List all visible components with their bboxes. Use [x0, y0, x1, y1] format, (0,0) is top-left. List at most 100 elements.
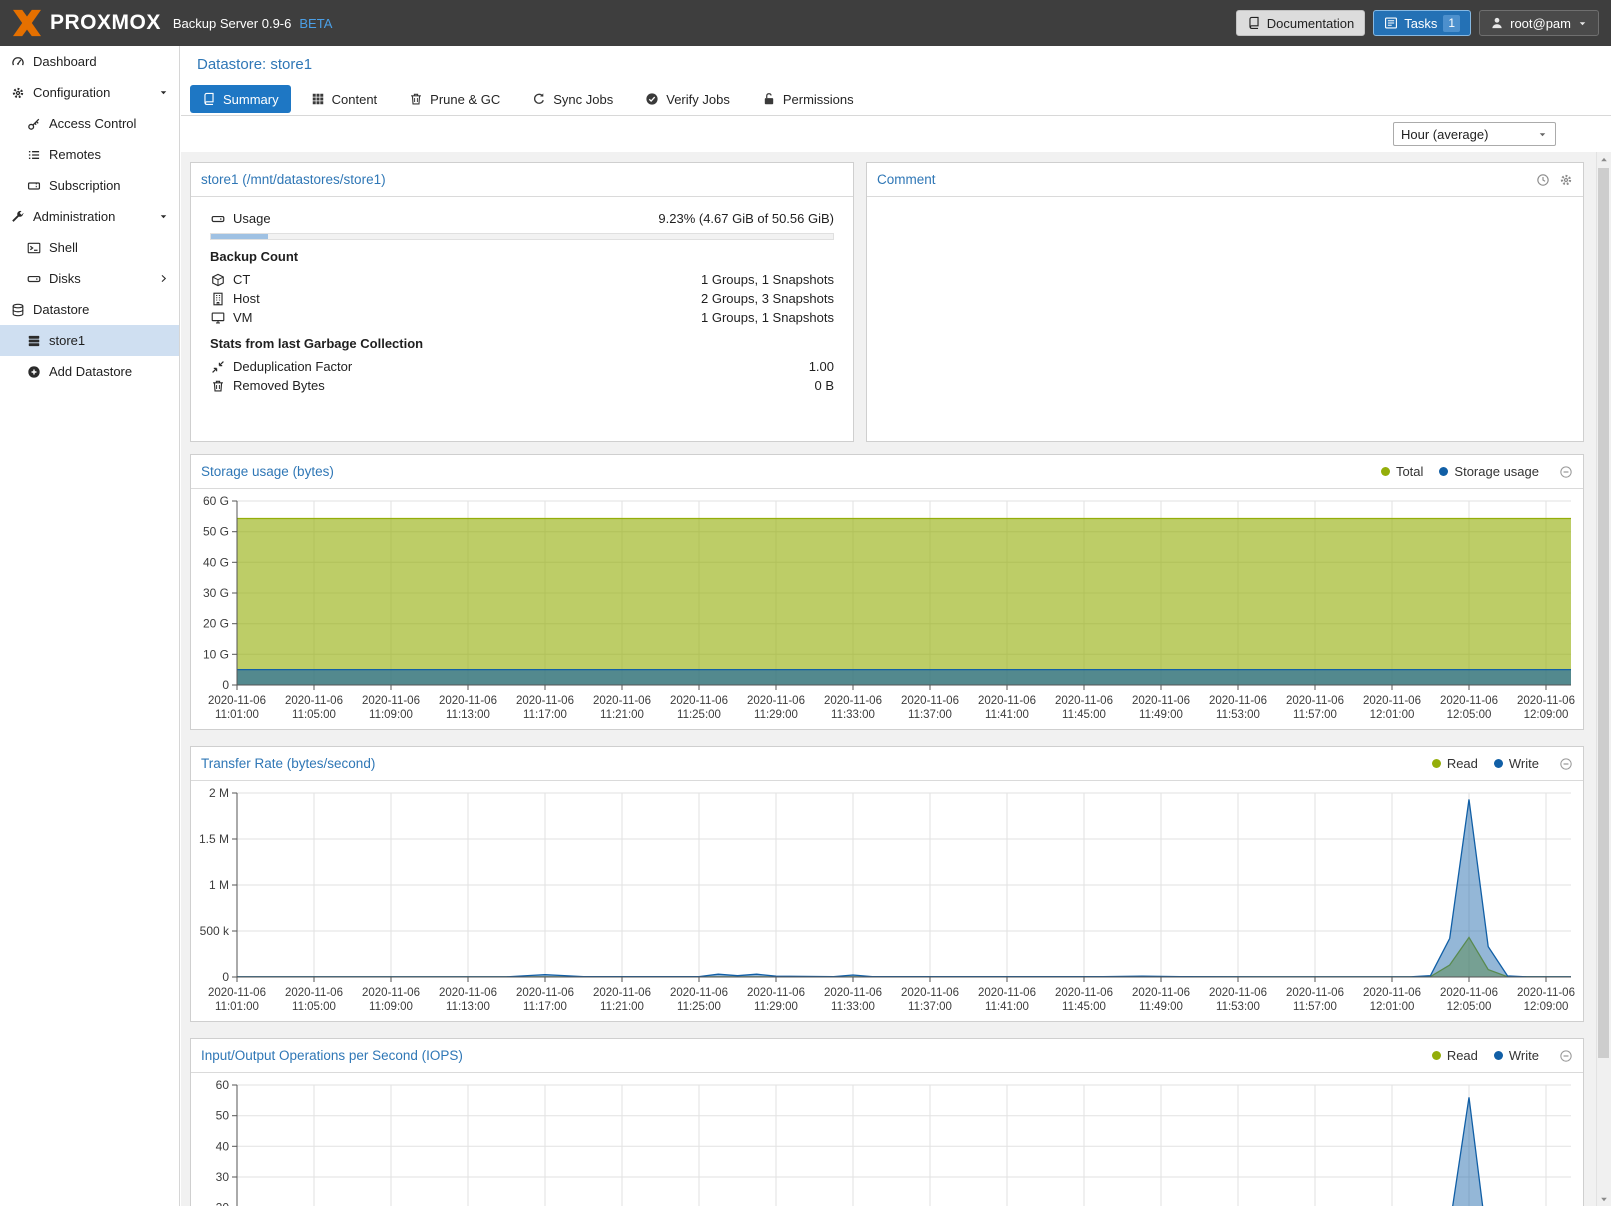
svg-text:11:53:00: 11:53:00 [1216, 709, 1260, 721]
summary-panel-body: Usage 9.23% (4.67 GiB of 50.56 GiB) Back… [191, 197, 853, 395]
scrollbar-thumb[interactable] [1598, 168, 1609, 1058]
scroll-down-button[interactable] [1597, 1191, 1611, 1206]
chart-header: Transfer Rate (bytes/second) Read Write [191, 747, 1583, 781]
svg-text:2020-11-06: 2020-11-06 [1517, 987, 1575, 999]
svg-text:11:05:00: 11:05:00 [292, 1001, 336, 1013]
tab-prune-gc[interactable]: Prune & GC [397, 85, 512, 113]
tab-permissions[interactable]: Permissions [750, 85, 866, 113]
svg-text:12:01:00: 12:01:00 [1370, 1001, 1415, 1013]
hdd-icon [26, 272, 42, 286]
gc-stat-value: 0 B [814, 378, 834, 393]
svg-text:2020-11-06: 2020-11-06 [1209, 987, 1267, 999]
vertical-scrollbar[interactable] [1596, 152, 1611, 1206]
top-panels-row: store1 (/mnt/datastores/store1) Usage 9.… [190, 162, 1584, 442]
usage-label: Usage [233, 211, 271, 226]
chart-header: Storage usage (bytes) Total Storage usag… [191, 455, 1583, 489]
svg-text:2020-11-06: 2020-11-06 [1440, 695, 1498, 707]
gauge-icon [10, 55, 26, 69]
scroll-up-button[interactable] [1597, 152, 1611, 167]
key-icon [26, 117, 42, 131]
gc-row-dedup: Deduplication Factor 1.00 [210, 357, 834, 376]
svg-text:20: 20 [216, 1201, 230, 1206]
svg-text:60: 60 [216, 1078, 230, 1092]
backup-count-value: 2 Groups, 3 Snapshots [701, 291, 834, 306]
legend-item-write[interactable]: Write [1494, 756, 1539, 771]
sidebar-item-datastore[interactable]: Datastore [0, 294, 179, 325]
chart-legend: Read Write [1432, 756, 1573, 771]
sidebar-item-access-control[interactable]: Access Control [0, 108, 179, 139]
svg-text:2 M: 2 M [209, 786, 229, 800]
usage-bar-fill [211, 234, 268, 239]
svg-text:2020-11-06: 2020-11-06 [208, 987, 266, 999]
sidebar-item-label: Configuration [33, 85, 110, 100]
collapse-icon[interactable] [1559, 1049, 1573, 1063]
time-period-value: Hour (average) [1401, 127, 1531, 142]
documentation-button[interactable]: Documentation [1236, 10, 1365, 36]
tab-content[interactable]: Content [299, 85, 390, 113]
svg-text:0: 0 [222, 970, 229, 984]
check-circle-icon [645, 92, 659, 106]
svg-text:2020-11-06: 2020-11-06 [1286, 987, 1344, 999]
backup-count-heading: Backup Count [210, 249, 834, 264]
chart-header: Input/Output Operations per Second (IOPS… [191, 1039, 1583, 1073]
book-icon [202, 92, 216, 106]
comment-panel-header: Comment [867, 163, 1583, 197]
legend-item-storage-usage[interactable]: Storage usage [1439, 464, 1539, 479]
legend-item-write[interactable]: Write [1494, 1048, 1539, 1063]
chart-legend: Total Storage usage [1381, 464, 1573, 479]
legend-item-total[interactable]: Total [1381, 464, 1423, 479]
svg-text:2020-11-06: 2020-11-06 [1363, 695, 1421, 707]
iops-chart: 01020304050602020-11-0611:01:002020-11-0… [191, 1073, 1583, 1206]
beta-link[interactable]: BETA [299, 16, 332, 31]
summary-panel-header: store1 (/mnt/datastores/store1) [191, 163, 853, 197]
collapse-icon[interactable] [1559, 465, 1573, 479]
backup-type-label: VM [233, 310, 253, 325]
sidebar-item-subscription[interactable]: Subscription [0, 170, 179, 201]
sidebar-item-disks[interactable]: Disks [0, 263, 179, 294]
transfer-rate-chart-panel: Transfer Rate (bytes/second) Read Write [190, 746, 1584, 1022]
storage-usage-chart: 010 G20 G30 G40 G50 G60 G2020-11-0611:01… [191, 489, 1583, 729]
tab-summary[interactable]: Summary [190, 85, 291, 113]
sidebar-item-shell[interactable]: Shell [0, 232, 179, 263]
svg-text:12:05:00: 12:05:00 [1447, 709, 1492, 721]
documentation-label: Documentation [1267, 16, 1354, 31]
sidebar-item-store1[interactable]: store1 [0, 325, 179, 356]
sidebar-item-administration[interactable]: Administration [0, 201, 179, 232]
datastore-summary-panel: store1 (/mnt/datastores/store1) Usage 9.… [190, 162, 854, 442]
grid-icon [311, 92, 325, 106]
sidebar-item-configuration[interactable]: Configuration [0, 77, 179, 108]
usage-value: 9.23% (4.67 GiB of 50.56 GiB) [658, 211, 834, 226]
legend-item-read[interactable]: Read [1432, 1048, 1478, 1063]
svg-text:2020-11-06: 2020-11-06 [747, 695, 805, 707]
svg-text:500 k: 500 k [200, 924, 230, 938]
sidebar-item-add-datastore[interactable]: Add Datastore [0, 356, 179, 387]
svg-text:2020-11-06: 2020-11-06 [901, 695, 959, 707]
tab-sync-jobs[interactable]: Sync Jobs [520, 85, 625, 113]
gears-icon [10, 86, 26, 100]
page-title: Datastore: store1 [181, 46, 1611, 78]
svg-text:11:17:00: 11:17:00 [523, 709, 567, 721]
brand-text: PROXMOX [50, 11, 161, 35]
svg-text:11:45:00: 11:45:00 [1062, 1001, 1106, 1013]
gear-icon[interactable] [1559, 173, 1573, 187]
sidebar-item-remotes[interactable]: Remotes [0, 139, 179, 170]
svg-text:2020-11-06: 2020-11-06 [1132, 987, 1190, 999]
svg-text:2020-11-06: 2020-11-06 [670, 695, 728, 707]
caret-down-icon [155, 211, 171, 222]
legend-label: Write [1509, 756, 1539, 771]
chart-title: Input/Output Operations per Second (IOPS… [201, 1048, 463, 1063]
tab-verify-jobs[interactable]: Verify Jobs [633, 85, 742, 113]
svg-text:2020-11-06: 2020-11-06 [978, 987, 1036, 999]
sidebar-item-label: Dashboard [33, 54, 97, 69]
svg-text:2020-11-06: 2020-11-06 [1132, 695, 1190, 707]
tasks-button[interactable]: Tasks 1 [1373, 10, 1471, 36]
history-icon[interactable] [1536, 173, 1550, 187]
sidebar-item-dashboard[interactable]: Dashboard [0, 46, 179, 77]
legend-item-read[interactable]: Read [1432, 756, 1478, 771]
time-period-select[interactable]: Hour (average) [1393, 122, 1556, 146]
plus-circle-icon [26, 365, 42, 379]
collapse-icon[interactable] [1559, 757, 1573, 771]
user-menu-button[interactable]: root@pam [1479, 10, 1599, 36]
legend-label: Storage usage [1454, 464, 1539, 479]
svg-text:11:13:00: 11:13:00 [446, 709, 490, 721]
